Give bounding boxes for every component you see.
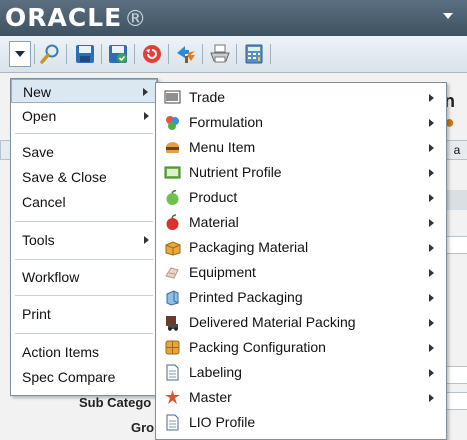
submenu-arrow-icon	[143, 88, 148, 96]
toolbar-separator	[270, 44, 271, 64]
actions-dropdown-button[interactable]	[9, 41, 31, 67]
submenu-arrow-icon	[429, 219, 434, 227]
printed-packaging-icon	[164, 289, 181, 306]
toolbar-separator	[202, 44, 203, 64]
menu-item-workflow[interactable]: Workflow	[11, 265, 157, 289]
submenu-arrow-icon	[429, 119, 434, 127]
submenu-item-nutrient-profile[interactable]: Nutrient Profile	[156, 160, 446, 185]
formulation-icon	[164, 114, 181, 131]
header-dropdown-icon[interactable]	[443, 13, 453, 19]
toolbar-separator	[101, 44, 102, 64]
app-header: ORACLE®	[0, 0, 467, 36]
submenu-item-formulation[interactable]: Formulation	[156, 110, 446, 135]
sub-category-label: Sub Catego	[79, 395, 152, 410]
submenu-item-equipment[interactable]: Equipment	[156, 260, 446, 285]
packing-configuration-icon	[164, 339, 181, 356]
actions-menu: New Open Save Save & Close Cancel Tools …	[10, 78, 158, 396]
labeling-icon	[164, 364, 181, 381]
submenu-item-packaging-material[interactable]: Packaging Material	[156, 235, 446, 260]
submenu-arrow-icon	[429, 169, 434, 177]
submenu-item-product[interactable]: Product	[156, 185, 446, 210]
menu-separator	[15, 133, 153, 134]
menu-item-tools[interactable]: Tools	[11, 228, 157, 252]
print-icon[interactable]	[209, 43, 231, 65]
menu-item-save[interactable]: Save	[11, 140, 157, 164]
submenu-item-master[interactable]: Master	[156, 385, 446, 410]
menu-item-cancel[interactable]: Cancel	[11, 190, 157, 214]
submenu-item-packing-configuration[interactable]: Packing Configuration	[156, 335, 446, 360]
toolbar-separator	[34, 44, 35, 64]
menu-item-save-close[interactable]: Save & Close	[11, 165, 157, 189]
chevron-down-icon	[15, 51, 25, 57]
submenu-item-menu-item[interactable]: Menu Item	[156, 135, 446, 160]
toolbar-separator	[66, 44, 67, 64]
toolbar-separator	[168, 44, 169, 64]
submenu-arrow-icon	[429, 269, 434, 277]
master-icon	[164, 389, 181, 406]
delivered-material-packing-icon	[164, 314, 181, 331]
submenu-item-trade[interactable]: Trade	[156, 85, 446, 110]
material-icon	[164, 214, 181, 231]
menu-item-new[interactable]: New	[11, 79, 157, 103]
workflow-icon[interactable]	[175, 43, 197, 65]
equipment-icon	[164, 264, 181, 281]
trade-icon	[164, 89, 181, 106]
submenu-item-delivered-material-packing[interactable]: Delivered Material Packing	[156, 310, 446, 335]
submenu-arrow-icon	[144, 236, 149, 244]
toolbar-separator	[236, 44, 237, 64]
menu-item-open[interactable]: Open	[11, 104, 157, 128]
nutrient-profile-icon	[164, 164, 181, 181]
submenu-item-printed-packaging[interactable]: Printed Packaging	[156, 285, 446, 310]
packaging-material-icon	[164, 239, 181, 256]
menu-item-spec-compare[interactable]: Spec Compare	[11, 365, 157, 389]
submenu-arrow-icon	[429, 369, 434, 377]
new-submenu: Trade Formulation Menu Item Nutrient Pro…	[155, 82, 447, 440]
menu-separator	[15, 295, 153, 296]
submenu-arrow-icon	[429, 294, 434, 302]
toolbar	[0, 36, 467, 73]
lio-profile-icon	[164, 414, 181, 431]
cancel-icon[interactable]	[141, 43, 163, 65]
submenu-item-lio-profile[interactable]: LIO Profile	[156, 410, 446, 435]
submenu-arrow-icon	[429, 394, 434, 402]
menu-separator	[15, 259, 153, 260]
submenu-arrow-icon	[429, 244, 434, 252]
save-icon[interactable]	[74, 43, 96, 65]
toolbar-separator	[134, 44, 135, 64]
submenu-item-material[interactable]: Material	[156, 210, 446, 235]
product-icon	[164, 189, 181, 206]
submenu-arrow-icon	[144, 112, 149, 120]
group-label: Gro	[131, 420, 155, 435]
submenu-item-labeling[interactable]: Labeling	[156, 360, 446, 385]
menu-separator	[15, 333, 153, 334]
tab-fragment[interactable]: a	[446, 140, 467, 160]
submenu-arrow-icon	[429, 94, 434, 102]
menu-item-print[interactable]: Print	[11, 302, 157, 326]
oracle-logo: ORACLE®	[5, 3, 148, 32]
save-close-icon[interactable]	[107, 43, 129, 65]
calculator-icon[interactable]	[243, 43, 265, 65]
submenu-arrow-icon	[429, 319, 434, 327]
menu-separator	[15, 221, 153, 222]
submenu-arrow-icon	[429, 144, 434, 152]
submenu-arrow-icon	[429, 194, 434, 202]
page-title-fragment: n ●	[444, 91, 455, 132]
menu-item-action-items[interactable]: Action Items	[11, 340, 157, 364]
search-icon[interactable]	[40, 43, 62, 65]
menu-item-icon	[164, 139, 181, 156]
submenu-arrow-icon	[429, 344, 434, 352]
